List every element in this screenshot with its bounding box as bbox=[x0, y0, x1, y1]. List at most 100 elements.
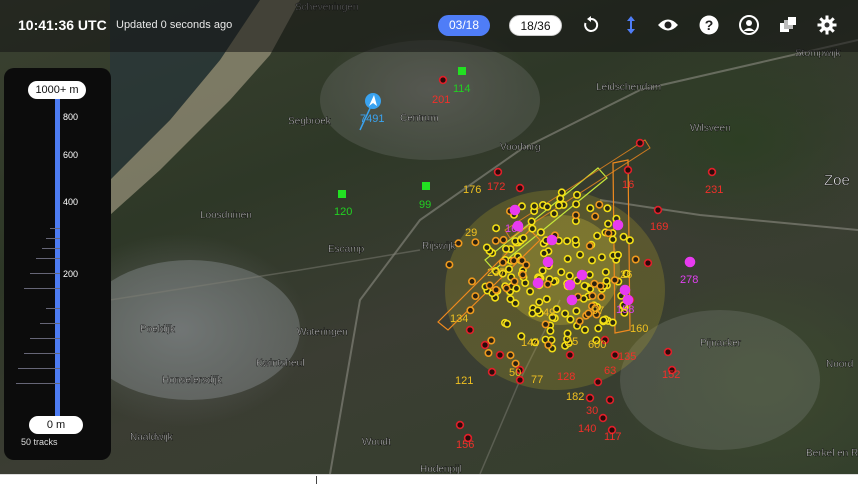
account-icon[interactable] bbox=[737, 13, 761, 37]
track-marker-red[interactable] bbox=[480, 340, 490, 350]
date-pill-secondary[interactable]: 18/36 bbox=[509, 15, 562, 36]
track-marker-orange[interactable] bbox=[502, 284, 511, 293]
track-marker-orange[interactable] bbox=[491, 236, 500, 245]
track-marker-green[interactable] bbox=[338, 190, 346, 198]
track-marker-red[interactable] bbox=[598, 413, 608, 423]
track-marker-yellow[interactable] bbox=[482, 243, 491, 252]
track-marker-red[interactable] bbox=[515, 183, 525, 193]
track-marker-magenta[interactable] bbox=[612, 219, 624, 231]
track-marker-orange[interactable] bbox=[467, 277, 476, 286]
track-marker-orange[interactable] bbox=[575, 317, 584, 326]
track-marker-orange[interactable] bbox=[518, 270, 527, 279]
track-marker-orange[interactable] bbox=[585, 241, 594, 250]
track-marker-orange[interactable] bbox=[511, 359, 520, 368]
track-marker-magenta[interactable] bbox=[532, 277, 544, 289]
track-marker-magenta[interactable] bbox=[546, 234, 558, 246]
track-marker-yellow[interactable] bbox=[519, 234, 528, 243]
track-marker-orange[interactable] bbox=[571, 211, 580, 220]
track-marker-yellow[interactable] bbox=[503, 319, 512, 328]
track-marker-yellow[interactable] bbox=[625, 236, 634, 245]
track-marker-green[interactable] bbox=[458, 67, 466, 75]
track-marker-green[interactable] bbox=[422, 182, 430, 190]
track-marker-orange[interactable] bbox=[492, 285, 501, 294]
track-marker-yellow[interactable] bbox=[585, 270, 594, 279]
track-marker-orange[interactable] bbox=[484, 348, 493, 357]
track-marker-orange[interactable] bbox=[597, 292, 606, 301]
track-marker-orange[interactable] bbox=[595, 200, 604, 209]
track-marker-yellow[interactable] bbox=[563, 237, 572, 246]
track-marker-orange[interactable] bbox=[506, 351, 515, 360]
track-marker-orange[interactable] bbox=[509, 256, 518, 265]
track-marker-yellow[interactable] bbox=[504, 265, 513, 274]
track-marker-yellow[interactable] bbox=[587, 256, 596, 265]
settings-icon[interactable] bbox=[815, 13, 839, 37]
track-marker-yellow[interactable] bbox=[565, 271, 574, 280]
track-marker-yellow[interactable] bbox=[501, 244, 510, 253]
track-marker-yellow[interactable] bbox=[511, 299, 520, 308]
track-marker-yellow[interactable] bbox=[576, 250, 585, 259]
track-marker-orange[interactable] bbox=[454, 239, 463, 248]
track-marker-yellow[interactable] bbox=[557, 188, 566, 197]
map-canvas[interactable]: ScheveningenLeidschendamSegbroekCentrumV… bbox=[0, 0, 858, 474]
track-marker-yellow[interactable] bbox=[492, 224, 501, 233]
track-marker-red[interactable] bbox=[495, 350, 505, 360]
track-marker-yellow[interactable] bbox=[580, 325, 589, 334]
track-marker-yellow[interactable] bbox=[538, 266, 547, 275]
track-marker-yellow[interactable] bbox=[572, 306, 581, 315]
track-marker-red[interactable] bbox=[653, 205, 663, 215]
track-marker-yellow[interactable] bbox=[601, 268, 610, 277]
track-marker-orange[interactable] bbox=[543, 280, 552, 289]
track-marker-yellow[interactable] bbox=[571, 236, 580, 245]
track-marker-yellow[interactable] bbox=[597, 253, 606, 262]
track-marker-magenta[interactable] bbox=[619, 284, 631, 296]
track-marker-yellow[interactable] bbox=[580, 281, 589, 290]
track-marker-orange[interactable] bbox=[610, 276, 619, 285]
track-marker-yellow[interactable] bbox=[619, 232, 628, 241]
track-marker-yellow[interactable] bbox=[556, 194, 565, 203]
track-marker-yellow[interactable] bbox=[603, 204, 612, 213]
date-pill-primary[interactable]: 03/18 bbox=[438, 15, 490, 36]
track-marker-magenta[interactable] bbox=[576, 269, 588, 281]
track-marker-orange[interactable] bbox=[604, 229, 613, 238]
track-marker-orange[interactable] bbox=[499, 235, 508, 244]
panel-divider[interactable] bbox=[316, 476, 317, 484]
track-marker-orange[interactable] bbox=[445, 260, 454, 269]
track-marker-yellow[interactable] bbox=[512, 284, 521, 293]
track-marker-yellow[interactable] bbox=[543, 202, 552, 211]
track-marker-yellow[interactable] bbox=[604, 219, 613, 228]
track-marker-red[interactable] bbox=[623, 165, 633, 175]
track-marker-magenta[interactable] bbox=[684, 256, 696, 268]
track-marker-orange[interactable] bbox=[544, 340, 553, 349]
track-marker-red[interactable] bbox=[663, 347, 673, 357]
track-marker-orange[interactable] bbox=[471, 238, 480, 247]
track-marker-yellow[interactable] bbox=[550, 209, 559, 218]
help-icon[interactable]: ? bbox=[697, 13, 721, 37]
track-marker-yellow[interactable] bbox=[526, 287, 535, 296]
track-marker-yellow[interactable] bbox=[557, 268, 566, 277]
track-marker-magenta[interactable] bbox=[542, 256, 554, 268]
track-marker-yellow[interactable] bbox=[572, 190, 581, 199]
track-marker-yellow[interactable] bbox=[535, 298, 544, 307]
track-marker-orange[interactable] bbox=[591, 212, 600, 221]
track-marker-magenta[interactable] bbox=[564, 279, 576, 291]
eye-icon[interactable] bbox=[656, 13, 680, 37]
track-marker-orange[interactable] bbox=[510, 277, 519, 286]
track-marker-yellow[interactable] bbox=[599, 316, 608, 325]
track-marker-red[interactable] bbox=[585, 393, 595, 403]
track-marker-orange[interactable] bbox=[487, 336, 496, 345]
track-marker-red[interactable] bbox=[565, 350, 575, 360]
track-marker-red[interactable] bbox=[487, 367, 497, 377]
track-marker-yellow[interactable] bbox=[593, 231, 602, 240]
track-marker-red[interactable] bbox=[493, 167, 503, 177]
track-marker-yellow[interactable] bbox=[586, 204, 595, 213]
track-marker-orange[interactable] bbox=[541, 320, 550, 329]
track-marker-yellow[interactable] bbox=[554, 201, 563, 210]
track-marker-red[interactable] bbox=[707, 167, 717, 177]
track-marker-yellow[interactable] bbox=[594, 324, 603, 333]
track-marker-yellow[interactable] bbox=[608, 318, 617, 327]
track-marker-red[interactable] bbox=[643, 258, 653, 268]
track-marker-yellow[interactable] bbox=[533, 306, 542, 315]
track-marker-orange[interactable] bbox=[471, 292, 480, 301]
track-marker-yellow[interactable] bbox=[527, 217, 536, 226]
track-marker-orange[interactable] bbox=[498, 258, 507, 267]
